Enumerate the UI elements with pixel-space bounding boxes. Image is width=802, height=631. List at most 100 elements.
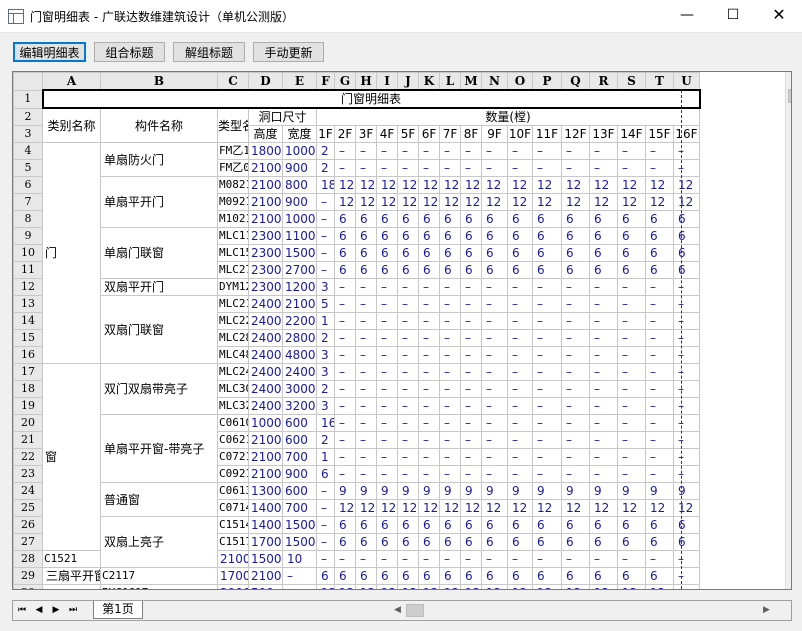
quantity-cell[interactable]: – [561,159,590,177]
quantity-cell[interactable]: 12 [673,193,700,211]
quantity-cell[interactable]: – [532,397,562,415]
quantity-cell[interactable]: 12 [355,584,377,589]
quantity-cell[interactable]: – [532,431,562,449]
quantity-cell[interactable]: 6 [334,567,356,585]
row-header[interactable]: 18 [13,380,43,398]
quantity-cell[interactable]: – [507,329,533,347]
quantity-cell[interactable]: – [673,346,700,364]
quantity-cell[interactable]: – [481,346,508,364]
quantity-cell[interactable]: 6 [439,210,461,228]
header-floor[interactable]: 4F [376,125,398,143]
quantity-cell[interactable]: – [376,414,398,432]
row-header[interactable]: 13 [13,295,43,313]
quantity-cell[interactable]: 6 [397,533,419,551]
quantity-cell[interactable]: – [532,295,562,313]
quantity-cell[interactable]: 6 [376,516,398,534]
quantity-cell[interactable]: 9 [439,482,461,500]
quantity-cell[interactable]: 6 [376,210,398,228]
quantity-cell[interactable]: – [481,465,508,483]
quantity-cell[interactable]: – [418,465,440,483]
header-floor[interactable]: 14F [617,125,646,143]
quantity-cell[interactable]: – [418,550,440,568]
quantity-cell[interactable]: – [673,142,700,160]
row-header[interactable]: 14 [13,312,43,330]
quantity-cell[interactable]: 9 [589,482,618,500]
quantity-cell[interactable]: – [460,159,482,177]
width-cell[interactable]: 2100 [282,295,317,313]
column-header[interactable]: D [248,72,283,91]
quantity-cell[interactable]: – [645,431,674,449]
quantity-cell[interactable]: – [561,329,590,347]
quantity-cell[interactable]: 12 [532,193,562,211]
quantity-cell[interactable]: 6 [617,261,646,279]
row-header[interactable]: 26 [13,516,43,534]
quantity-cell[interactable]: – [460,414,482,432]
width-cell[interactable]: 1000 [282,142,317,160]
quantity-cell[interactable]: – [673,465,700,483]
quantity-cell[interactable]: 6 [355,210,377,228]
component-cell[interactable]: 普通窗 [100,482,218,517]
quantity-cell[interactable]: – [532,329,562,347]
quantity-cell[interactable]: 6 [532,261,562,279]
width-cell[interactable]: 4800 [282,346,317,364]
type-cell[interactable]: C1521 [42,550,101,568]
quantity-cell[interactable]: – [460,346,482,364]
quantity-cell[interactable]: – [507,414,533,432]
quantity-cell[interactable]: 6 [532,244,562,262]
quantity-cell[interactable]: – [376,465,398,483]
quantity-cell[interactable]: – [376,448,398,466]
quantity-cell[interactable]: 2 [316,142,335,160]
quantity-cell[interactable]: – [617,550,646,568]
height-cell[interactable]: 2400 [248,329,283,347]
quantity-cell[interactable]: 6 [561,227,590,245]
quantity-cell[interactable]: – [589,159,618,177]
quantity-cell[interactable]: 6 [481,533,508,551]
height-cell[interactable]: 1400 [248,499,283,517]
quantity-cell[interactable]: 6 [418,567,440,585]
quantity-cell[interactable]: – [316,550,335,568]
quantity-cell[interactable]: – [645,448,674,466]
quantity-cell[interactable]: 6 [355,244,377,262]
quantity-cell[interactable]: 6 [673,227,700,245]
width-cell[interactable]: 2100 [248,567,283,585]
type-cell[interactable]: MLC3224 [217,397,249,415]
horizontal-scrollbar[interactable]: ◀ ▶ [389,602,775,619]
minimize-button[interactable]: — [664,0,710,31]
quantity-cell[interactable]: – [334,363,356,381]
quantity-cell[interactable]: – [418,431,440,449]
quantity-cell[interactable]: – [507,448,533,466]
column-header[interactable]: G [334,72,356,91]
quantity-cell[interactable]: 6 [316,465,335,483]
quantity-cell[interactable]: – [532,278,562,296]
quantity-cell[interactable]: – [532,159,562,177]
quantity-cell[interactable]: 6 [334,261,356,279]
row-header[interactable]: 30 [13,584,43,589]
quantity-cell[interactable]: – [589,465,618,483]
quantity-cell[interactable]: – [376,329,398,347]
quantity-cell[interactable]: – [673,380,700,398]
height-cell[interactable]: 2100 [248,465,283,483]
quantity-cell[interactable]: – [645,414,674,432]
quantity-cell[interactable]: – [481,295,508,313]
header-floor[interactable]: 7F [439,125,461,143]
quantity-cell[interactable]: 6 [397,516,419,534]
quantity-cell[interactable]: 12 [418,499,440,517]
column-header[interactable]: O [507,72,533,91]
quantity-cell[interactable]: – [418,159,440,177]
quantity-cell[interactable]: 6 [561,567,590,585]
quantity-cell[interactable]: – [316,533,335,551]
quantity-cell[interactable]: – [439,295,461,313]
quantity-cell[interactable]: 12 [334,193,356,211]
quantity-cell[interactable]: – [334,329,356,347]
horizontal-scroll-thumb[interactable] [406,604,424,617]
quantity-cell[interactable]: – [645,397,674,415]
header-floor[interactable]: 8F [460,125,482,143]
quantity-cell[interactable]: 6 [617,567,646,585]
quantity-cell[interactable]: 6 [460,227,482,245]
quantity-cell[interactable]: – [673,584,700,589]
quantity-cell[interactable]: 6 [334,516,356,534]
quantity-cell[interactable]: – [355,550,377,568]
column-header[interactable]: R [589,72,618,91]
quantity-cell[interactable]: 12 [589,584,618,589]
quantity-cell[interactable]: – [617,329,646,347]
